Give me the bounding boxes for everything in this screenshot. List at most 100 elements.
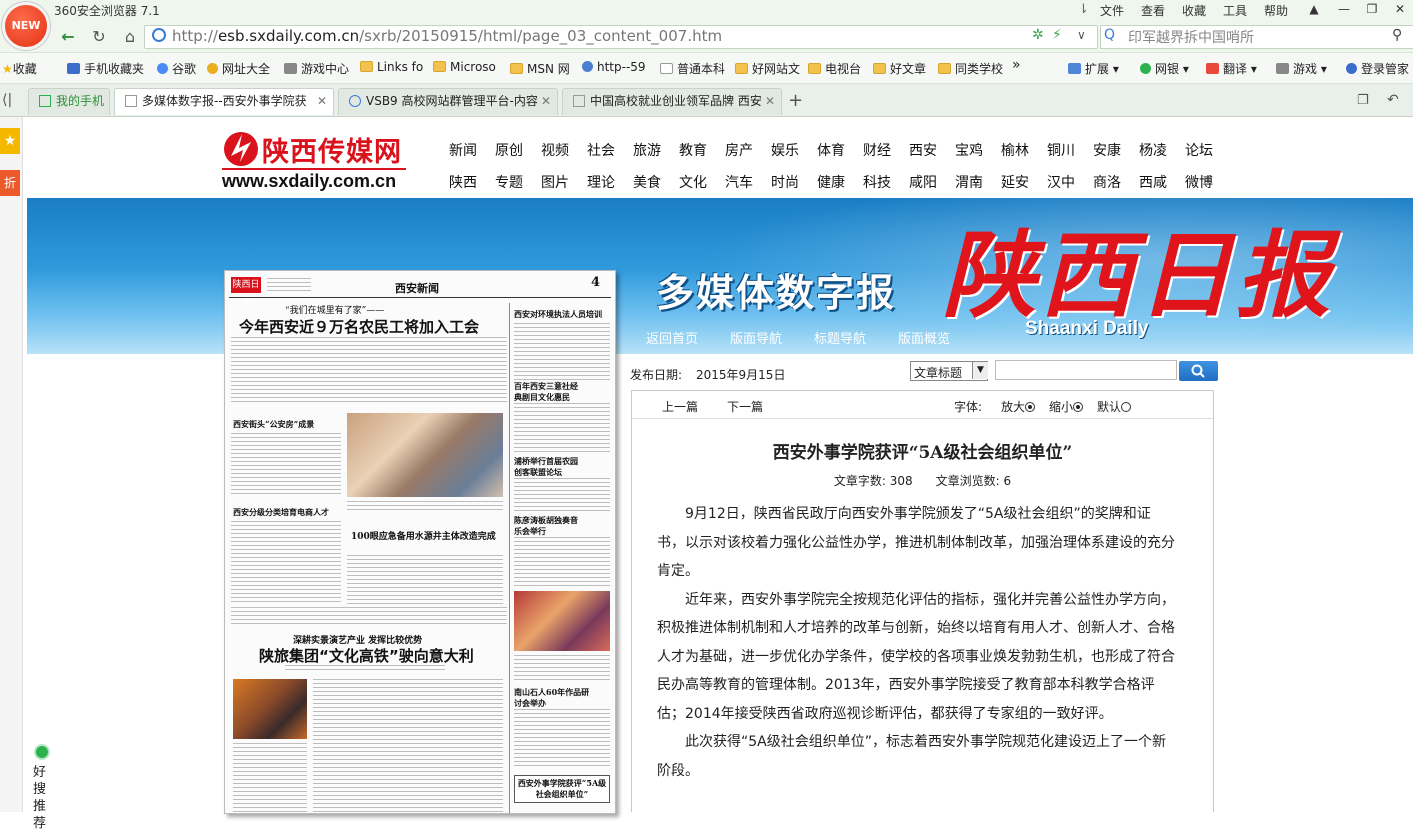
bookmark-item[interactable]: 普通本科 bbox=[660, 60, 725, 77]
font-shrink-option[interactable]: 缩小 bbox=[1049, 398, 1084, 415]
nav-link[interactable]: 娱乐 bbox=[771, 140, 799, 160]
nav-link[interactable]: 图片 bbox=[541, 172, 569, 192]
new-tab-button[interactable]: + bbox=[788, 90, 803, 111]
nav-link[interactable]: 健康 bbox=[817, 172, 845, 192]
skin-icon[interactable]: ▲ bbox=[1300, 0, 1328, 18]
radio-icon[interactable] bbox=[1073, 402, 1084, 412]
bookmark-folder[interactable]: 同类学校 bbox=[938, 60, 1003, 77]
nav-link[interactable]: 西咸 bbox=[1139, 172, 1167, 192]
bookmark-folder[interactable]: 电视台 bbox=[808, 60, 861, 77]
undo-close-icon[interactable]: ↶ bbox=[1387, 92, 1399, 108]
nav-link[interactable]: 杨凌 bbox=[1139, 140, 1167, 160]
nav-link[interactable]: 微博 bbox=[1185, 172, 1213, 192]
next-article-link[interactable]: 下一篇 bbox=[727, 398, 763, 415]
bookmark-folder[interactable]: 好文章 bbox=[873, 60, 926, 77]
search-scope-value[interactable]: 文章标题 bbox=[914, 364, 962, 381]
site-search-button[interactable] bbox=[1179, 361, 1218, 381]
nav-link[interactable]: 新闻 bbox=[449, 140, 477, 160]
nav-link[interactable]: 延安 bbox=[1001, 172, 1029, 192]
close-tab-icon[interactable]: ✕ bbox=[765, 89, 775, 114]
translate-button[interactable]: 翻译 ▾ bbox=[1206, 60, 1257, 77]
arrow-icon[interactable]: ⇂ bbox=[1078, 2, 1089, 17]
close-window-button[interactable]: ✕ bbox=[1386, 0, 1413, 18]
search-engine-icon[interactable]: Q bbox=[1104, 27, 1115, 43]
menu-view[interactable]: 查看 bbox=[1141, 2, 1165, 19]
games-button[interactable]: 游戏 ▾ bbox=[1276, 60, 1327, 77]
radio-icon[interactable] bbox=[1121, 402, 1132, 412]
home-button[interactable]: ⌂ bbox=[118, 26, 142, 48]
nav-link[interactable]: 理论 bbox=[587, 172, 615, 192]
prev-article-link[interactable]: 上一篇 bbox=[662, 398, 698, 415]
minimize-button[interactable]: — bbox=[1330, 0, 1358, 18]
bookmark-favorites[interactable]: ★收藏 bbox=[2, 60, 37, 77]
banner-nav-overview[interactable]: 版面概览 bbox=[898, 328, 950, 347]
newspaper-page-thumbnail[interactable]: 陕西日报 西安新闻 4 “我们在城里有了家”—— 今年西安近９万名农民工将加入工… bbox=[224, 270, 616, 814]
extensions-button[interactable]: 扩展 ▾ bbox=[1068, 60, 1119, 77]
logo-icon[interactable] bbox=[222, 128, 260, 168]
nav-link[interactable]: 汉中 bbox=[1047, 172, 1075, 192]
nav-link[interactable]: 美食 bbox=[633, 172, 661, 192]
bookmark-folder[interactable]: 好网站文 bbox=[735, 60, 800, 77]
site-search-input[interactable] bbox=[995, 360, 1177, 380]
menu-tools[interactable]: 工具 bbox=[1223, 2, 1247, 19]
recommend-label[interactable]: 好搜推荐 bbox=[33, 764, 47, 832]
menu-favorites[interactable]: 收藏 bbox=[1182, 2, 1206, 19]
font-enlarge-option[interactable]: 放大 bbox=[1001, 398, 1036, 415]
maximize-button[interactable]: ❐ bbox=[1358, 0, 1386, 18]
bookmark-item[interactable]: 网址大全 bbox=[207, 60, 270, 77]
address-url[interactable]: http://esb.sxdaily.com.cn/sxrb/20150915/… bbox=[172, 27, 722, 45]
nav-link[interactable]: 文化 bbox=[679, 172, 707, 192]
nav-link[interactable]: 宝鸡 bbox=[955, 140, 983, 160]
radio-icon[interactable] bbox=[1025, 402, 1036, 412]
lightning-icon[interactable]: ⚡ bbox=[1052, 27, 1062, 43]
nav-link[interactable]: 财经 bbox=[863, 140, 891, 160]
nav-link[interactable]: 房产 bbox=[725, 140, 753, 160]
nav-link[interactable]: 专题 bbox=[495, 172, 523, 192]
speed-icon[interactable]: ✲ bbox=[1032, 27, 1044, 43]
ebank-button[interactable]: 网银 ▾ bbox=[1140, 60, 1189, 77]
nav-link[interactable]: 陕西 bbox=[449, 172, 477, 192]
bookmark-folder[interactable]: Microso bbox=[433, 60, 496, 74]
bookmark-item[interactable]: http--59 bbox=[582, 60, 646, 74]
banner-nav-home[interactable]: 返回首页 bbox=[646, 328, 698, 347]
close-tab-icon[interactable]: ✕ bbox=[541, 89, 551, 114]
site-logo[interactable]: 陕西传媒网 bbox=[262, 130, 402, 169]
search-icon[interactable]: ⚲ bbox=[1392, 27, 1402, 43]
star-icon[interactable]: ★ bbox=[0, 128, 20, 154]
nav-link[interactable]: 西安 bbox=[909, 140, 937, 160]
nav-link[interactable]: 安康 bbox=[1093, 140, 1121, 160]
bookmark-folder[interactable]: Links fo bbox=[360, 60, 423, 74]
bookmark-item[interactable]: 游戏中心 bbox=[284, 60, 349, 77]
nav-link[interactable]: 论坛 bbox=[1185, 140, 1213, 160]
bookmarks-more-button[interactable]: » bbox=[1012, 57, 1021, 73]
nav-link[interactable]: 渭南 bbox=[955, 172, 983, 192]
nav-link[interactable]: 汽车 bbox=[725, 172, 753, 192]
bookmark-item[interactable]: 手机收藏夹 bbox=[67, 60, 144, 77]
tab-employment[interactable]: 中国高校就业创业领军品牌 西安 ✕ bbox=[562, 88, 782, 115]
nav-link[interactable]: 咸阳 bbox=[909, 172, 937, 192]
login-manager-button[interactable]: 登录管家 bbox=[1346, 60, 1409, 77]
banner-nav-layout[interactable]: 版面导航 bbox=[730, 328, 782, 347]
nav-link[interactable]: 旅游 bbox=[633, 140, 661, 160]
dropdown-icon[interactable]: ∨ bbox=[1077, 28, 1086, 42]
close-tab-icon[interactable]: ✕ bbox=[317, 89, 327, 114]
menu-file[interactable]: 文件 bbox=[1100, 2, 1124, 19]
search-placeholder[interactable]: 印军越界拆中国哨所 bbox=[1128, 27, 1254, 47]
nav-link[interactable]: 科技 bbox=[863, 172, 891, 192]
refresh-button[interactable]: ↻ bbox=[87, 26, 111, 48]
font-default-option[interactable]: 默认 bbox=[1097, 398, 1132, 415]
back-button[interactable]: ← bbox=[56, 26, 80, 48]
tab-my-phone[interactable]: 我的手机 bbox=[28, 88, 110, 115]
browser-logo-icon[interactable]: NEW bbox=[2, 2, 50, 50]
bookmark-folder[interactable]: MSN 网 bbox=[510, 60, 570, 77]
nav-link[interactable]: 商洛 bbox=[1093, 172, 1121, 192]
tab-article[interactable]: 多媒体数字报--西安外事学院获 ✕ bbox=[114, 88, 334, 115]
nav-link[interactable]: 社会 bbox=[587, 140, 615, 160]
site-url[interactable]: www.sxdaily.com.cn bbox=[222, 171, 396, 192]
nav-link[interactable]: 铜川 bbox=[1047, 140, 1075, 160]
nav-link[interactable]: 体育 bbox=[817, 140, 845, 160]
chevron-down-icon[interactable]: ▼ bbox=[972, 362, 988, 379]
menu-help[interactable]: 帮助 bbox=[1264, 2, 1288, 19]
banner-nav-titles[interactable]: 标题导航 bbox=[814, 328, 866, 347]
nav-link[interactable]: 原创 bbox=[495, 140, 523, 160]
